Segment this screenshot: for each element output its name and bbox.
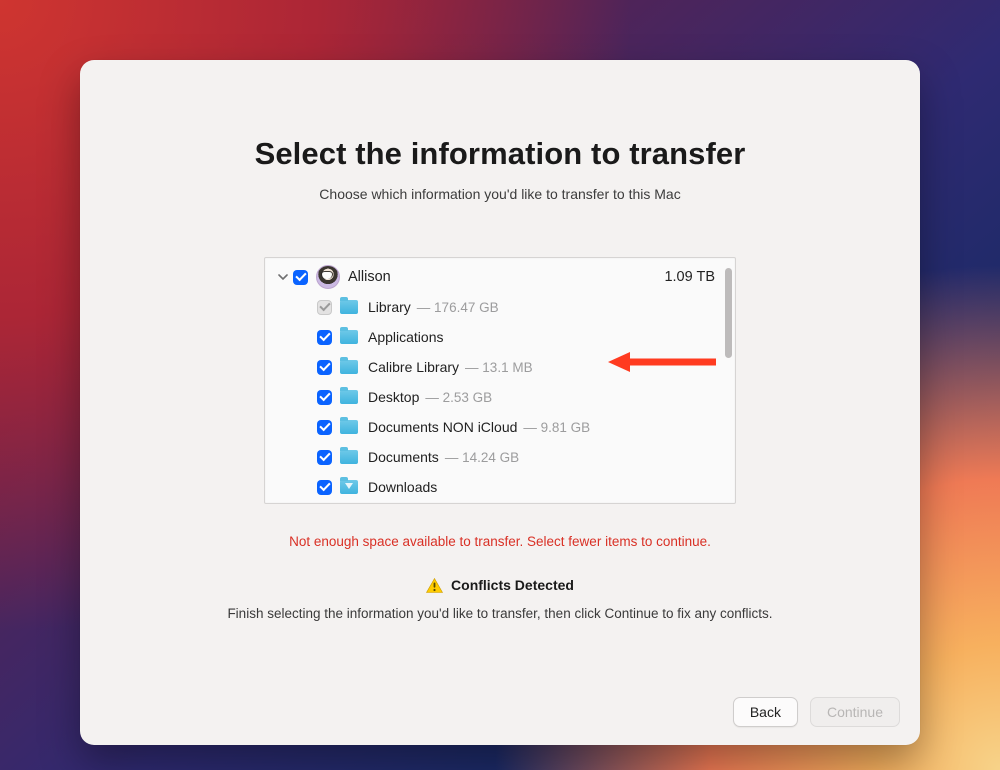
item-checkbox[interactable] <box>317 450 332 465</box>
migration-assistant-panel: Select the information to transfer Choos… <box>80 60 920 745</box>
downloads-folder-icon <box>340 480 358 494</box>
folder-icon <box>340 420 358 434</box>
transfer-items-list: Allison 1.09 TB Library — 176.47 GB Appli… <box>264 257 736 504</box>
list-item[interactable]: Applications <box>265 322 735 352</box>
avatar <box>316 265 340 289</box>
item-size: — 14.24 GB <box>445 450 519 465</box>
item-label: Downloads <box>368 479 437 495</box>
folder-icon <box>340 330 358 344</box>
item-size: — 9.81 GB <box>523 420 590 435</box>
item-checkbox[interactable] <box>317 390 332 405</box>
item-checkbox[interactable] <box>317 420 332 435</box>
list-item[interactable]: Calibre Library — 13.1 MB <box>265 352 735 382</box>
list-item[interactable]: Documents NON iCloud — 9.81 GB <box>265 412 735 442</box>
chevron-down-icon[interactable] <box>277 274 289 281</box>
item-checkbox[interactable] <box>317 480 332 495</box>
item-size: — 13.1 MB <box>465 360 533 375</box>
continue-button: Continue <box>810 697 900 727</box>
user-row[interactable]: Allison 1.09 TB <box>265 262 735 292</box>
item-label: Desktop <box>368 389 419 405</box>
user-checkbox[interactable] <box>293 270 308 285</box>
item-label: Calibre Library <box>368 359 459 375</box>
list-item[interactable]: Library — 176.47 GB <box>265 292 735 322</box>
folder-icon <box>340 390 358 404</box>
scrollbar[interactable] <box>725 268 732 493</box>
page-title: Select the information to transfer <box>80 136 920 172</box>
back-button[interactable]: Back <box>733 697 798 727</box>
conflicts-subtext: Finish selecting the information you'd l… <box>80 606 920 621</box>
folder-icon <box>340 300 358 314</box>
scrollbar-thumb[interactable] <box>725 268 732 358</box>
list-item[interactable]: Downloads <box>265 472 735 502</box>
list-item[interactable]: Documents — 14.24 GB <box>265 442 735 472</box>
item-size: — 2.53 GB <box>425 390 492 405</box>
user-total-size: 1.09 TB <box>664 269 715 285</box>
list-item[interactable]: Desktop — 2.53 GB <box>265 382 735 412</box>
item-checkbox <box>317 300 332 315</box>
page-subtitle: Choose which information you'd like to t… <box>80 186 920 202</box>
item-label: Library <box>368 299 411 315</box>
folder-icon <box>340 360 358 374</box>
footer-buttons: Back Continue <box>733 697 900 727</box>
item-checkbox[interactable] <box>317 360 332 375</box>
item-checkbox[interactable] <box>317 330 332 345</box>
item-label: Documents NON iCloud <box>368 419 517 435</box>
error-message: Not enough space available to transfer. … <box>80 534 920 549</box>
conflicts-section: Conflicts Detected Finish selecting the … <box>80 577 920 621</box>
item-label: Documents <box>368 449 439 465</box>
conflicts-heading: Conflicts Detected <box>451 577 574 593</box>
warning-icon <box>426 578 443 593</box>
folder-icon <box>340 450 358 464</box>
user-name: Allison <box>348 269 391 285</box>
item-label: Applications <box>368 329 444 345</box>
item-size: — 176.47 GB <box>417 300 499 315</box>
